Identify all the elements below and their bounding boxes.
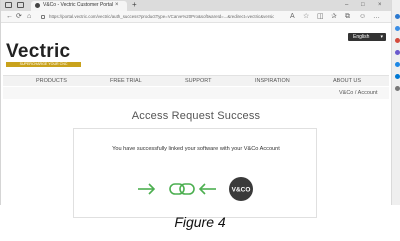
breadcrumb-bar xyxy=(3,87,389,99)
logo-wordmark: Vectric xyxy=(6,41,71,62)
language-select[interactable]: English ▾ xyxy=(348,33,386,41)
logo-tagline: SUPERCHARGE YOUR CNC xyxy=(6,62,81,67)
nav-inspiration[interactable]: INSPIRATION xyxy=(255,76,290,87)
games-icon[interactable] xyxy=(395,50,400,55)
vectric-logo[interactable]: Vectric SUPERCHARGE YOUR CNC xyxy=(6,41,81,67)
favorites-icon[interactable]: ✰ xyxy=(331,12,337,21)
home-icon[interactable]: ⌂ xyxy=(27,12,31,21)
chevron-down-icon: ▾ xyxy=(380,34,383,40)
browser-app-icon[interactable] xyxy=(5,2,12,8)
address-bar[interactable]: https://portal.vectric.com/vectric/auth_… xyxy=(39,13,282,21)
site-favicon-icon xyxy=(35,3,40,8)
profile-icon[interactable]: ☺ xyxy=(359,12,366,21)
arrow-right-icon xyxy=(138,183,156,195)
page-content: Vectric SUPERCHARGE YOUR CNC English ▾ P… xyxy=(1,23,391,218)
lock-icon xyxy=(41,15,45,19)
new-tab-button[interactable]: + xyxy=(132,0,137,10)
collections-icon[interactable]: ⧉ xyxy=(345,12,350,21)
arrow-left-icon xyxy=(198,183,216,195)
refresh-icon[interactable]: ⟳ xyxy=(16,12,22,21)
add-sidebar-app-icon[interactable] xyxy=(395,86,400,91)
office-icon[interactable] xyxy=(395,62,400,67)
vco-badge-text: V&CO xyxy=(232,187,251,194)
figure-caption: Figure 4 xyxy=(174,214,226,230)
tab-active[interactable]: V&Co - Vectric Customer Portal × xyxy=(31,1,127,11)
split-screen-icon[interactable]: ◫ xyxy=(317,12,324,21)
breadcrumb[interactable]: V&Co / Account xyxy=(339,90,378,96)
search-icon[interactable] xyxy=(395,14,400,19)
nav-support[interactable]: SUPPORT xyxy=(185,76,212,87)
page-title: Access Request Success xyxy=(131,110,261,122)
link-success-graphic: V&CO xyxy=(138,177,253,201)
success-message: You have successfully linked your softwa… xyxy=(112,146,280,152)
language-value: English xyxy=(353,34,370,40)
read-aloud-icon[interactable]: A xyxy=(290,12,295,21)
tab-close-icon[interactable]: × xyxy=(115,2,119,9)
maximize-button[interactable]: □ xyxy=(361,0,365,10)
tab-title: V&Co - Vectric Customer Portal xyxy=(43,2,114,8)
address-toolbar: ← ⟳ ⌂ https://portal.vectric.com/vectric… xyxy=(1,11,391,23)
shopping-icon[interactable] xyxy=(395,26,400,31)
outlook-icon[interactable] xyxy=(395,74,400,79)
minimize-button[interactable]: – xyxy=(345,0,348,10)
main-nav: PRODUCTS FREE TRIAL SUPPORT INSPIRATION … xyxy=(3,75,389,86)
url-text[interactable]: https://portal.vectric.com/vectric/auth_… xyxy=(49,13,274,21)
success-card: You have successfully linked your softwa… xyxy=(73,128,317,218)
browser-sidebar xyxy=(391,0,400,205)
close-window-button[interactable]: × xyxy=(378,0,382,10)
nav-about-us[interactable]: ABOUT US xyxy=(333,76,361,87)
back-icon[interactable]: ← xyxy=(6,12,13,21)
more-menu-icon[interactable]: … xyxy=(373,12,380,21)
nav-free-trial[interactable]: FREE TRIAL xyxy=(110,76,142,87)
favorite-star-icon[interactable]: ☆ xyxy=(303,12,309,21)
tab-strip: V&Co - Vectric Customer Portal × + – □ × xyxy=(1,0,391,11)
chain-link-icon xyxy=(169,183,195,195)
tab-actions-icon[interactable] xyxy=(17,2,24,8)
browser-window: V&Co - Vectric Customer Portal × + – □ ×… xyxy=(0,0,400,218)
nav-products[interactable]: PRODUCTS xyxy=(36,76,67,87)
tools-icon[interactable] xyxy=(395,38,400,43)
